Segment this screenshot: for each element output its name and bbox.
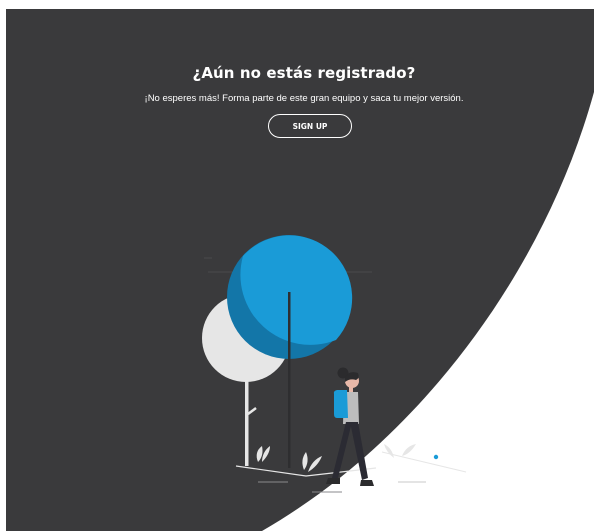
plant-leaf bbox=[302, 452, 308, 470]
plant-leaf bbox=[256, 446, 263, 462]
person-walking-illustration bbox=[202, 235, 467, 493]
blue-tree-trunk bbox=[288, 292, 291, 468]
plant-leaf bbox=[262, 446, 270, 462]
plant-leaf bbox=[402, 444, 416, 456]
person-shoe bbox=[360, 480, 374, 486]
plant-leaf bbox=[308, 456, 322, 472]
person-backpack bbox=[333, 390, 348, 418]
person-leg-back bbox=[332, 422, 352, 478]
person-leg-front bbox=[350, 422, 368, 480]
person-arm bbox=[353, 396, 357, 426]
small-flower bbox=[433, 454, 439, 460]
plant-leaf bbox=[384, 444, 394, 458]
light-tree-trunk bbox=[245, 378, 249, 466]
ground-line bbox=[235, 465, 377, 477]
signup-banner: ¿Aún no estás registrado? ¡No esperes má… bbox=[0, 0, 608, 531]
person-shoe bbox=[326, 478, 340, 484]
ground-line bbox=[381, 451, 467, 473]
person-neck bbox=[349, 387, 353, 392]
light-tree-branch bbox=[247, 407, 257, 415]
